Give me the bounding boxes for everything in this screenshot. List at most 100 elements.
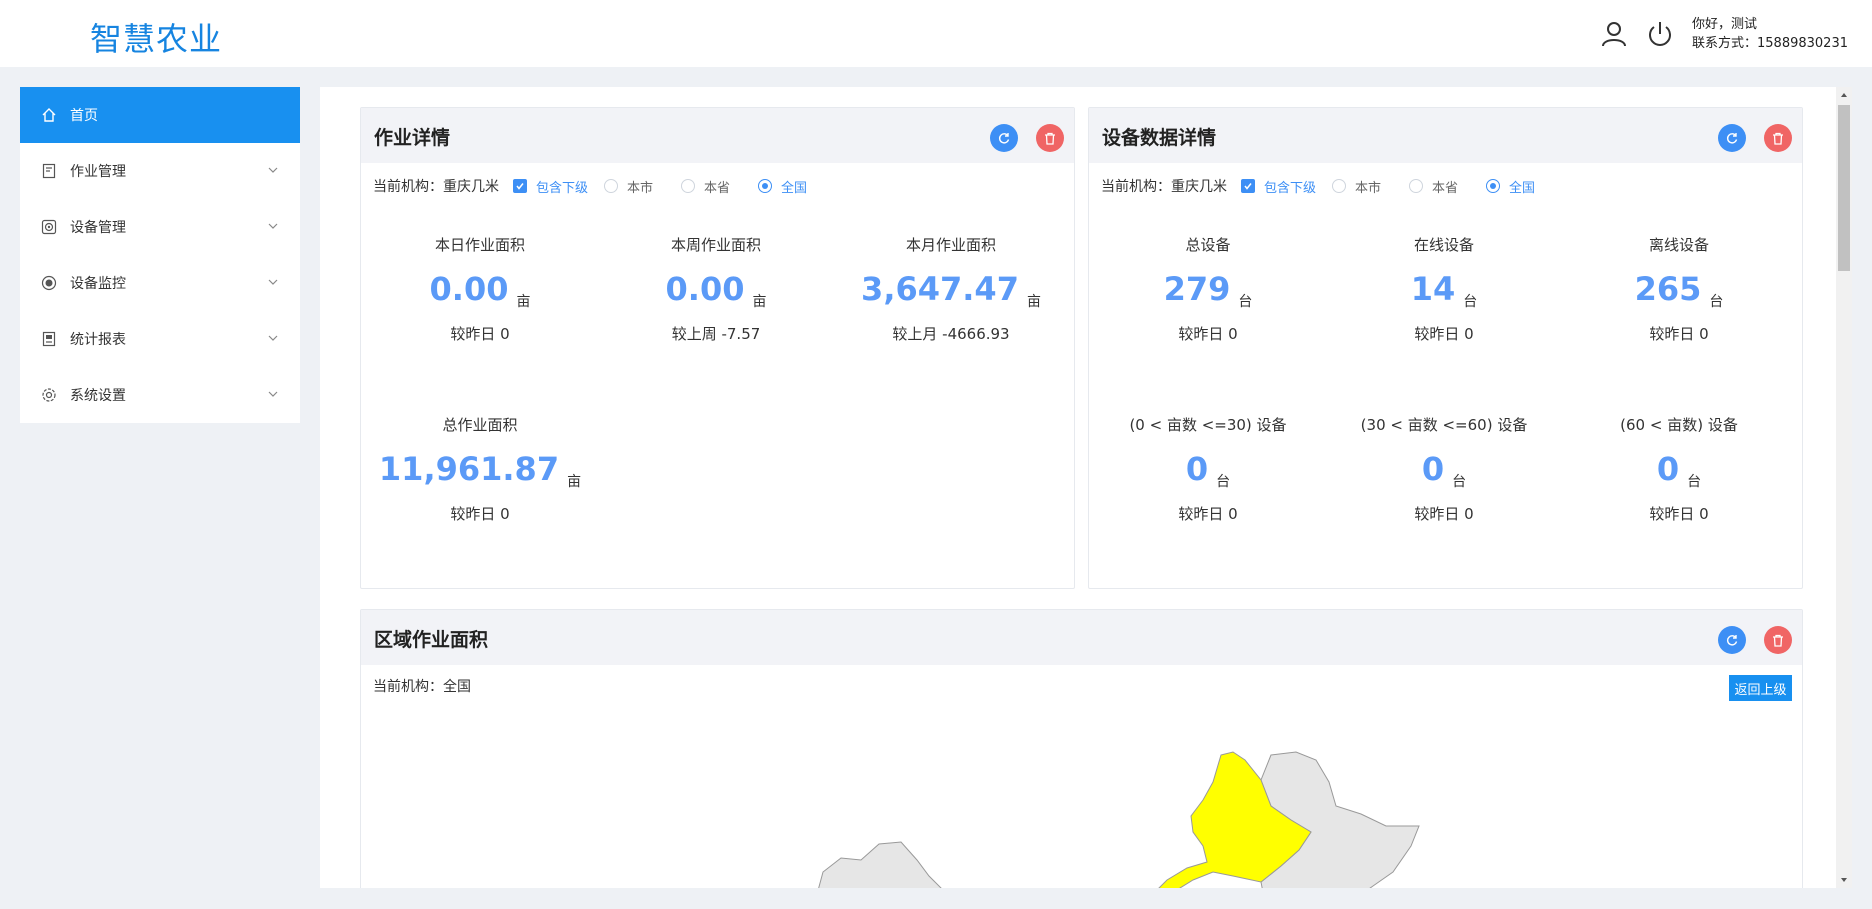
stat-label: 本周作业面积 (670, 236, 761, 254)
radio-province[interactable] (681, 179, 696, 193)
stat-unit: 台 (1463, 294, 1478, 310)
refresh-button[interactable] (990, 124, 1018, 152)
stat-devices-60-plus: (60 < 亩数) 设备 0台 较昨日 0 (1561, 413, 1797, 524)
radio-city[interactable] (1332, 179, 1347, 193)
region-map[interactable] (361, 610, 1803, 888)
sidebar-item-device-management[interactable]: 设备管理 (20, 199, 300, 255)
top-header: 智慧农业 你好，测试 联系方式：15889830231 (0, 0, 1872, 67)
stat-label: (60 < 亩数) 设备 (1620, 416, 1738, 434)
panel-title: 作业详情 (374, 127, 451, 149)
stat-compare: 较昨日 0 (1649, 505, 1709, 523)
check-icon (516, 183, 524, 190)
stat-value: 0.00 (665, 270, 745, 308)
radio-national[interactable] (758, 179, 773, 193)
sidebar-item-label: 设备监控 (70, 276, 126, 292)
sidebar-item-reports[interactable]: 统计报表 (20, 311, 300, 367)
stat-label: 在线设备 (1413, 236, 1474, 254)
settings-icon (42, 388, 56, 402)
stat-unit: 台 (1216, 474, 1231, 490)
power-icon[interactable] (1646, 20, 1674, 48)
stat-label: 本月作业面积 (905, 236, 996, 254)
stat-value: 0 (1185, 450, 1209, 488)
radio-province[interactable] (1409, 179, 1424, 193)
radio-province-label[interactable]: 本省 (704, 177, 730, 196)
panel-header: 作业详情 (361, 108, 1074, 163)
sidebar-item-home[interactable]: 首页 (20, 87, 300, 143)
stat-compare: 较上月 -4666.93 (892, 325, 1010, 343)
stat-compare: 较昨日 0 (1178, 325, 1238, 343)
stat-total-devices: 总设备 279 台 较昨日 0 (1090, 233, 1326, 344)
map-region-northwest[interactable] (801, 841, 961, 888)
stat-compare: 较昨日 0 (1414, 505, 1474, 523)
radio-national[interactable] (1486, 179, 1501, 193)
org-filter: 当前机构：重庆几米 包含下级 本市 本省 全国 (373, 176, 823, 196)
stat-devices-0-30: (0 < 亩数 <=30) 设备 0台 较昨日 0 (1090, 413, 1326, 524)
sidebar-item-device-monitor[interactable]: 设备监控 (20, 255, 300, 311)
org-filter: 当前机构：重庆几米 包含下级 本市 本省 全国 (1101, 176, 1551, 196)
work-detail-panel: 作业详情 当前机构：重庆几米 包含下级 本市 本省 全国 本日作业面积 0.00… (360, 107, 1075, 589)
panel-title: 设备数据详情 (1102, 127, 1217, 149)
stat-online-devices: 在线设备 14 台 较昨日 0 (1326, 233, 1562, 344)
radio-city-label[interactable]: 本市 (1355, 177, 1381, 196)
chevron-down-icon (268, 391, 278, 397)
sidebar-item-system-settings[interactable]: 系统设置 (20, 367, 300, 423)
chevron-down-icon (268, 167, 278, 173)
stat-month-area: 本月作业面积 3,647.47 亩 较上月 -4666.93 (833, 233, 1069, 344)
stat-devices-30-60: (30 < 亩数 <=60) 设备 0台 较昨日 0 (1326, 413, 1562, 524)
sidebar-item-work-management[interactable]: 作业管理 (20, 143, 300, 199)
include-sub-label[interactable]: 包含下级 (1264, 177, 1316, 196)
stat-value: 279 (1163, 270, 1231, 308)
region-area-panel: 区域作业面积 当前机构：全国 返回上级 (360, 609, 1803, 888)
chevron-down-icon (268, 223, 278, 229)
user-greeting: 你好，测试 联系方式：15889830231 (1692, 15, 1848, 53)
radio-province-label[interactable]: 本省 (1432, 177, 1458, 196)
stat-unit: 亩 (1026, 294, 1041, 310)
stat-label: (30 < 亩数 <=60) 设备 (1360, 416, 1528, 434)
device-icon (41, 219, 57, 235)
stat-total-area: 总作业面积 11,961.87 亩 较昨日 0 (362, 413, 598, 524)
stat-compare: 较昨日 0 (1414, 325, 1474, 343)
sidebar-item-label: 设备管理 (70, 220, 126, 236)
scroll-up-arrow-icon[interactable] (1840, 91, 1848, 99)
stat-label: (0 < 亩数 <=30) 设备 (1129, 416, 1287, 434)
stat-compare: 较昨日 0 (450, 505, 510, 523)
monitor-icon (41, 275, 57, 291)
trash-icon (1773, 132, 1783, 145)
stat-value: 14 (1410, 270, 1456, 308)
vertical-scrollbar[interactable] (1836, 87, 1852, 888)
chevron-down-icon (268, 279, 278, 285)
radio-national-label[interactable]: 全国 (1509, 177, 1535, 196)
delete-button[interactable] (1036, 124, 1064, 152)
main-content: 作业详情 当前机构：重庆几米 包含下级 本市 本省 全国 本日作业面积 0.00… (320, 87, 1838, 888)
sidebar-item-label: 作业管理 (70, 164, 126, 180)
user-icon[interactable] (1600, 20, 1628, 48)
stat-value: 0 (1421, 450, 1445, 488)
stat-label: 离线设备 (1648, 236, 1709, 254)
contact-text: 联系方式：15889830231 (1692, 36, 1848, 51)
radio-national-label[interactable]: 全国 (781, 177, 807, 196)
stat-week-area: 本周作业面积 0.00 亩 较上周 -7.57 (598, 233, 834, 344)
refresh-icon (998, 133, 1010, 144)
delete-button[interactable] (1764, 124, 1792, 152)
stat-unit: 台 (1709, 294, 1724, 310)
stat-value: 0 (1656, 450, 1680, 488)
stat-compare: 较昨日 0 (450, 325, 510, 343)
sidebar-menu: 首页 作业管理 设备管理 设备监控 统计报表 系统设置 (20, 87, 300, 423)
stat-compare: 较昨日 0 (1178, 505, 1238, 523)
stat-unit: 亩 (752, 294, 767, 310)
sidebar-item-label: 统计报表 (70, 332, 126, 348)
greeting-text: 你好，测试 (1692, 17, 1758, 32)
radio-city-label[interactable]: 本市 (627, 177, 653, 196)
radio-city[interactable] (604, 179, 619, 193)
scroll-down-arrow-icon[interactable] (1840, 876, 1848, 884)
include-sub-label[interactable]: 包含下级 (536, 177, 588, 196)
scrollbar-thumb[interactable] (1838, 105, 1850, 271)
refresh-button[interactable] (1718, 124, 1746, 152)
stat-compare: 较上周 -7.57 (671, 325, 761, 343)
include-sub-checkbox[interactable] (513, 179, 527, 193)
report-icon (42, 331, 56, 347)
check-icon (1244, 183, 1252, 190)
include-sub-checkbox[interactable] (1241, 179, 1255, 193)
stat-label: 本日作业面积 (434, 236, 525, 254)
brand-title: 智慧农业 (90, 20, 223, 58)
